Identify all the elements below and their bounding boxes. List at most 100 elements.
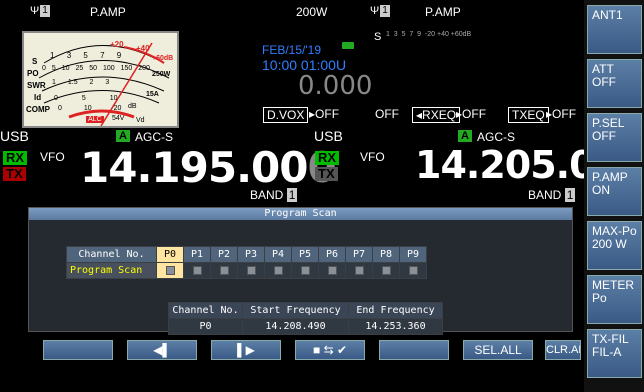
- detail-end-frequency: 14.253.360: [348, 318, 443, 335]
- vfo-b-label: VFO: [360, 150, 385, 164]
- detail-header-row: Channel No. Start Frequency End Frequenc…: [168, 302, 443, 319]
- antenna-icon-right: Ψ: [370, 5, 380, 17]
- scan-checkbox-p2[interactable]: [210, 262, 238, 279]
- s-bar-label: S: [374, 31, 382, 43]
- channel-p8[interactable]: P8: [372, 246, 400, 263]
- meter-swr-label: SWR: [27, 81, 46, 90]
- meter-alc-label: ALC: [86, 116, 104, 123]
- toggle-check-icon: ■ ⇆ ✔: [312, 343, 348, 357]
- vfo-a-rx-badge: RX: [3, 151, 28, 165]
- meter-id-ticks: 0 5 10: [54, 95, 118, 102]
- vfo-b-mode: USB: [314, 128, 343, 144]
- program-scan-panel: Program Scan Channel No. P0 P1 P2 P3 P4 …: [28, 207, 573, 335]
- next-button[interactable]: ▌▶: [211, 340, 281, 360]
- ant-button[interactable]: ANT1: [587, 5, 642, 54]
- meter-comp-label: COMP: [26, 105, 50, 114]
- program-scan-row-label: Program Scan: [66, 262, 157, 279]
- detail-value-row: P0 14.208.490 14.253.360: [168, 318, 443, 335]
- detail-channel-value: P0: [168, 318, 243, 335]
- channel-p3[interactable]: P3: [237, 246, 265, 263]
- bottom-function-bar: ◀▌ ▌▶ ■ ⇆ ✔ SEL.ALL CLR.ALL: [0, 338, 584, 392]
- channel-detail-table: Channel No. Start Frequency End Frequenc…: [168, 302, 443, 335]
- power-label: 200W: [296, 5, 328, 19]
- vfo-a-agc-indicator: A: [116, 130, 130, 142]
- meter-comp-ticks: 0 10 20: [58, 105, 122, 112]
- pamp-button[interactable]: P.AMP ON: [587, 167, 642, 216]
- channel-p7[interactable]: P7: [345, 246, 373, 263]
- meter-s-ticks: 1 3 5 7 9: [50, 51, 122, 60]
- toggle-check-button[interactable]: ■ ⇆ ✔: [295, 340, 365, 360]
- tx-fil-button[interactable]: TX-FIL FIL-A: [587, 329, 642, 378]
- meter-swr-ticks: 1 1.5 2 3: [52, 79, 110, 86]
- dvox-label: D.VOX: [263, 107, 309, 123]
- meter-po-label: PO: [27, 69, 39, 78]
- scan-checkbox-p6[interactable]: [318, 262, 346, 279]
- vfo-a-mode: USB: [0, 128, 29, 144]
- side-button-column: ANT1 ATT OFF P.SEL OFF P.AMP ON MAX-Po 2…: [584, 0, 644, 392]
- vfo-a-band: BAND 1: [250, 188, 298, 202]
- battery-icon: [342, 42, 354, 49]
- meter-s-label: S: [32, 57, 38, 66]
- vfo-a-label: VFO: [40, 150, 65, 164]
- panel-title: Program Scan: [29, 208, 572, 220]
- vfo-b-band: BAND 1: [528, 188, 576, 202]
- channel-table: Channel No. P0 P1 P2 P3 P4 P5 P6 P7 P8 P…: [66, 246, 427, 279]
- vfo-b-agc: AGC-S: [477, 130, 516, 144]
- detail-header-end: End Frequency: [348, 302, 443, 319]
- right-preamp-label: P.AMP: [425, 5, 461, 19]
- scan-checkbox-p9[interactable]: [399, 262, 427, 279]
- psel-button[interactable]: P.SEL OFF: [587, 113, 642, 162]
- clr-all-button[interactable]: CLR.ALL: [545, 340, 581, 360]
- channel-p9[interactable]: P9: [399, 246, 427, 263]
- scan-checkbox-p0[interactable]: [156, 262, 184, 279]
- detail-start-frequency: 14.208.490: [242, 318, 349, 335]
- left-preamp-label: P.AMP: [90, 5, 126, 19]
- channel-header-row: Channel No. P0 P1 P2 P3 P4 P5 P6 P7 P8 P…: [66, 246, 427, 263]
- f5-button[interactable]: [379, 340, 449, 360]
- txeq-state: ▸OFF: [546, 107, 577, 121]
- meter-button[interactable]: METER Po: [587, 275, 642, 324]
- meter-id-label: Id: [34, 93, 42, 102]
- program-scan-row: Program Scan: [66, 262, 427, 279]
- channel-p5[interactable]: P5: [291, 246, 319, 263]
- f1-button[interactable]: [43, 340, 113, 360]
- vfo-a-frequency: 14.195.000: [80, 143, 337, 192]
- scan-checkbox-p7[interactable]: [345, 262, 373, 279]
- big-zero-value: 0.000: [298, 71, 373, 101]
- txeq-label: TXEQ: [508, 107, 549, 123]
- top-display: Ψ 1 P.AMP 200W Ψ 1 P.AMP S PO SWR Id COM…: [0, 0, 644, 207]
- channel-p2[interactable]: P2: [210, 246, 238, 263]
- att-button[interactable]: ATT OFF: [587, 59, 642, 108]
- scan-checkbox-p3[interactable]: [237, 262, 265, 279]
- s-meter-bar: [384, 43, 504, 49]
- channel-header-label: Channel No.: [66, 246, 157, 263]
- rxeq-state: ▸OFF: [456, 107, 487, 121]
- dvox-state: ▸OFF: [309, 107, 340, 121]
- meter-plus20: +20: [110, 40, 124, 49]
- analog-meter: S PO SWR Id COMP ALC 54V Vd +20 +40 +60d…: [22, 31, 179, 128]
- meter-15a: 15A: [146, 91, 159, 98]
- meter-vd-label: Vd: [136, 117, 145, 124]
- sel-all-button[interactable]: SEL.ALL: [463, 340, 533, 360]
- max-po-button[interactable]: MAX-Po 200 W: [587, 221, 642, 270]
- ant-num-right: 1: [380, 5, 390, 17]
- meter-plus60: +60dB: [152, 55, 174, 62]
- channel-p1[interactable]: P1: [183, 246, 211, 263]
- rxeq-prefix: OFF: [375, 107, 399, 121]
- channel-p0[interactable]: P0: [156, 246, 184, 263]
- vfo-a-agc: AGC-S: [135, 130, 174, 144]
- scan-checkbox-p4[interactable]: [264, 262, 292, 279]
- prev-button[interactable]: ◀▌: [127, 340, 197, 360]
- antenna-icon-left: Ψ: [30, 5, 40, 17]
- meter-54v-label: 54V: [112, 115, 125, 122]
- channel-p6[interactable]: P6: [318, 246, 346, 263]
- channel-p4[interactable]: P4: [264, 246, 292, 263]
- vfo-b-agc-indicator: A: [458, 130, 472, 142]
- detail-header-start: Start Frequency: [242, 302, 349, 319]
- vfo-b-rx-badge: RX: [315, 151, 340, 165]
- scan-checkbox-p1[interactable]: [183, 262, 211, 279]
- scan-checkbox-p5[interactable]: [291, 262, 319, 279]
- meter-po-ticks: 0 5 10 25 50 100 150 200: [42, 65, 150, 72]
- s-bar-ticks: 1 3 5 7 9 -20 +40 +60dB: [386, 31, 472, 38]
- scan-checkbox-p8[interactable]: [372, 262, 400, 279]
